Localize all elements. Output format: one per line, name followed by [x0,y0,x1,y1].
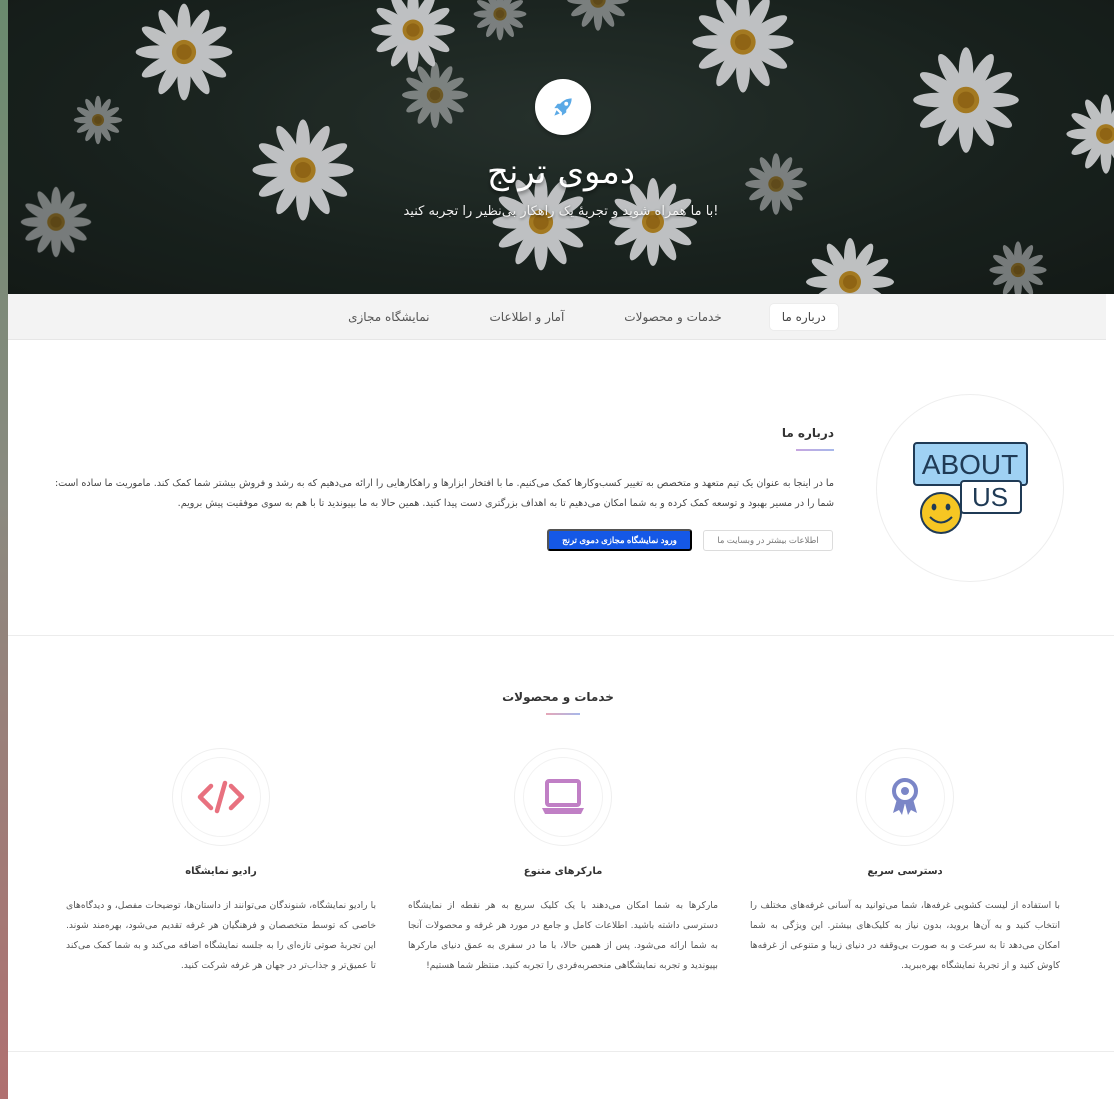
service-icon-inner [865,757,945,837]
main-nav: درباره ما خدمات و محصولات آمار و اطلاعات… [8,294,1106,340]
laptop-icon [542,779,584,814]
service-icon-ring [172,748,270,846]
about-section: ABOUT US درباره ما ما در اینجا به عنوان … [8,340,1114,636]
enter-exhibition-button[interactable]: ورود نمایشگاه مجازی دموی ترنج [547,529,692,551]
left-edge-strip [0,0,8,1099]
tab-about[interactable]: درباره ما [769,303,838,330]
service-description: مارکرها به شما امکان می‌دهند با یک کلیک … [408,900,718,971]
service-icon-ring [514,748,612,846]
about-description: ما در اینجا به عنوان یک تیم متعهد و متخص… [44,474,834,514]
hero-subtitle: !با ما همراه شوید و تجربهٔ یک راهکار بی‌… [403,204,719,219]
service-title: رادیو نمایشگاه [185,866,257,877]
tab-services[interactable]: خدمات و محصولات [612,304,733,330]
code-icon [197,780,245,814]
service-title: دسترسی سریع [867,866,943,877]
about-title: درباره ما [781,426,834,440]
us-image-text: US [972,482,1008,512]
service-title: مارکرهای متنوع [523,866,603,877]
service-icon-inner [523,757,603,837]
service-description: با استفاده از لیست کشویی غرفه‌ها، شما می… [750,900,1060,971]
about-image-text: ABOUT [922,449,1018,480]
award-icon [892,778,918,815]
hero-title: دموی ترنج [487,152,635,192]
hero-banner: دموی ترنج !با ما همراه شوید و تجربهٔ یک … [8,0,1114,294]
services-title-underline [546,713,580,715]
hero-logo [535,79,591,135]
services-section: خدمات و محصولات دسترسی سریع با استفاده ا… [8,636,1114,1052]
service-icon-ring [856,748,954,846]
service-description: با رادیو نمایشگاه، شنوندگان می‌توانند از… [66,900,376,971]
about-title-underline [796,449,834,451]
about-image-circle: ABOUT US [876,394,1064,582]
about-us-illustration: ABOUT US [913,442,1028,534]
service-icon-inner [181,757,261,837]
rocket-icon [554,98,572,116]
about-line-1: ما در اینجا به عنوان یک تیم متعهد و متخص… [54,478,834,489]
tab-virtual-exhibition[interactable]: نمایشگاه مجازی [336,304,441,330]
hero-overlay [8,0,1114,294]
services-title: خدمات و محصولات [502,690,614,704]
more-info-button[interactable]: اطلاعات بیشتر در وبسایت ما [703,530,833,551]
about-line-2: شما را در مسیر بهبود و توسعه کمک کرده و … [177,498,834,509]
tab-stats[interactable]: آمار و اطلاعات [478,304,577,330]
